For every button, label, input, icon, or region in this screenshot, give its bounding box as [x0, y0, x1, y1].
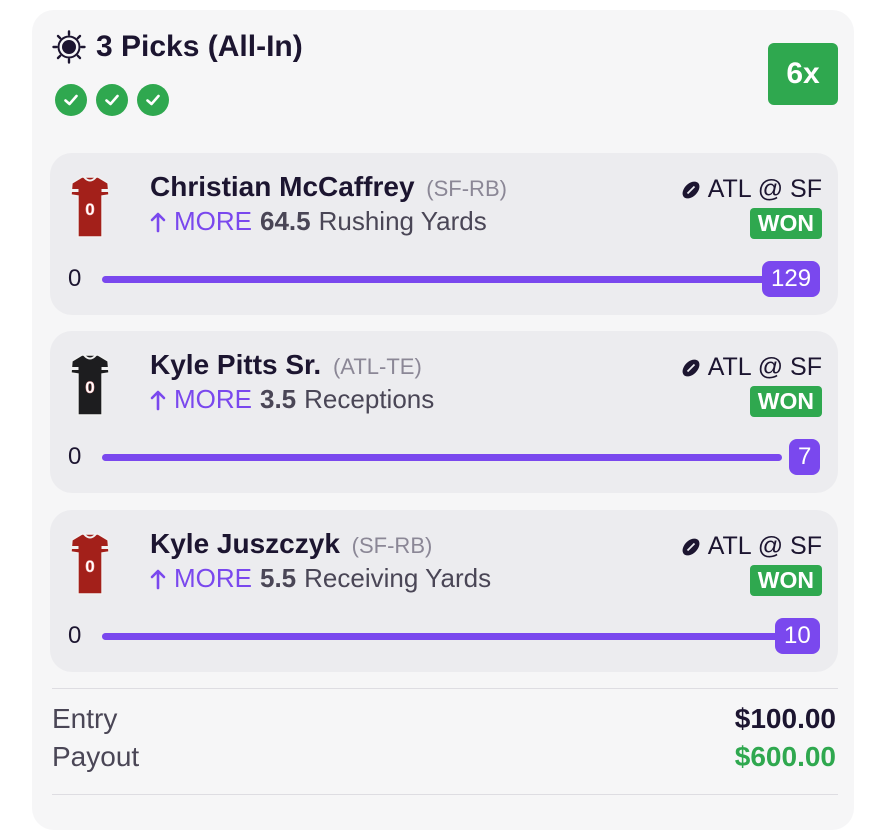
progress-result-value: 129 [762, 261, 821, 297]
check-icon [55, 84, 87, 116]
pick-line: 5.5 [260, 563, 297, 593]
progress-track [102, 454, 782, 461]
jersey-icon: 0 [70, 533, 110, 595]
player-position: (ATL-TE) [332, 354, 422, 379]
pick-line: 3.5 [260, 384, 297, 414]
check-icon [137, 84, 169, 116]
football-icon [682, 359, 700, 376]
entry-header: 3 Picks (All-In) [52, 30, 303, 64]
football-icon [682, 538, 700, 555]
player-position: (SF-RB) [351, 533, 433, 558]
game-matchup: ATL @ SF [707, 532, 822, 560]
game-matchup: ATL @ SF [707, 175, 822, 203]
payout-label: Payout [52, 741, 140, 772]
progress-result-value: 10 [775, 618, 820, 654]
pick-direction: MORE [174, 384, 252, 414]
pick-status-badge: WON [749, 386, 822, 417]
payout-amount: $600.00 [734, 741, 836, 772]
progress-track [102, 276, 782, 283]
jersey-number: 0 [85, 200, 94, 219]
pick-direction: MORE [174, 206, 252, 236]
player-name[interactable]: Kyle Pitts Sr. [150, 349, 321, 380]
entry-title: 3 Picks (All-In) [96, 30, 303, 63]
jersey-number: 0 [85, 378, 94, 397]
jersey-number: 0 [85, 557, 94, 576]
progress-start-value: 0 [68, 265, 82, 292]
player-name[interactable]: Christian McCaffrey [150, 171, 415, 202]
progress-fill [102, 454, 782, 461]
jersey-icon: 0 [70, 354, 110, 416]
arrow-up-icon [150, 390, 166, 410]
progress-result-value: 7 [789, 439, 821, 475]
football-icon [682, 181, 700, 198]
player-name[interactable]: Kyle Juszczyk [150, 528, 340, 559]
entry-amount: $100.00 [734, 703, 836, 734]
arrow-up-icon [150, 212, 166, 232]
entry-label: Entry [52, 703, 118, 734]
divider [52, 794, 838, 795]
pick-stat: Receptions [304, 384, 435, 414]
progress-fill [102, 633, 782, 640]
pick-status-badge: WON [749, 208, 822, 239]
pick-result-checks [55, 84, 169, 116]
jersey-icon: 0 [70, 176, 110, 238]
progress-start-value: 0 [68, 622, 82, 649]
pick-stat: Receiving Yards [304, 563, 492, 593]
player-position: (SF-RB) [426, 176, 507, 201]
pick-direction: MORE [174, 563, 252, 593]
pick-card[interactable]: 0 Kyle Juszczyk (SF-RB) MORE 5.5 Receivi… [50, 510, 838, 672]
pick-card[interactable]: 0 Christian McCaffrey (SF-RB) MORE 64.5 … [50, 153, 838, 315]
pick-status-badge: WON [749, 565, 822, 596]
progress-start-value: 0 [68, 443, 82, 470]
pick-stat: Rushing Yards [318, 206, 487, 236]
progress-fill [102, 276, 782, 283]
game-matchup: ATL @ SF [707, 353, 822, 381]
check-icon [96, 84, 128, 116]
progress-track [102, 633, 782, 640]
pick-card[interactable]: 0 Kyle Pitts Sr. (ATL-TE) MORE 3.5 Recep… [50, 331, 838, 493]
sun-icon [52, 30, 86, 64]
divider [52, 688, 838, 689]
pick-line: 64.5 [260, 206, 311, 236]
payout-multiplier-badge: 6x [768, 43, 838, 105]
arrow-up-icon [150, 569, 166, 589]
